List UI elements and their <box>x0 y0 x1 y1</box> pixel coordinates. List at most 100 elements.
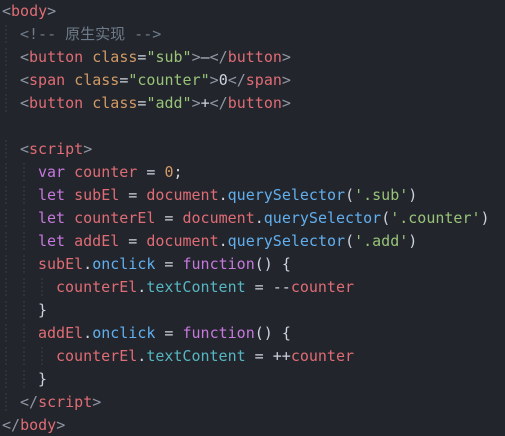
code-editor[interactable]: <body> <!-- 原生实现 --> <button class="sub">—… <box>0 0 505 436</box>
code-token-tag: span <box>245 71 282 89</box>
code-token-tag: body <box>20 416 57 434</box>
code-line: <button class="add">+</button> <box>20 92 291 115</box>
code-token-text: = <box>119 232 147 250</box>
code-token-string: "counter" <box>128 71 210 89</box>
code-token-property: textContent <box>146 278 246 296</box>
code-token-text: = ++ <box>245 347 291 365</box>
code-token-variable: addEl <box>38 324 84 342</box>
code-token-keyword: let <box>38 186 66 204</box>
code-token-variable: counterEl <box>56 347 138 365</box>
code-token-function: querySelector <box>263 209 382 227</box>
code-token-tag: body <box>11 2 48 20</box>
code-token-text: = <box>155 209 183 227</box>
code-token-variable: counter <box>74 163 138 181</box>
code-token-text: () { <box>254 324 291 342</box>
code-token-bracket: </ <box>20 393 39 411</box>
code-token-text: ( <box>345 186 355 204</box>
code-line: addEl.onclick = function() { <box>38 322 291 345</box>
code-token-text: . <box>254 209 264 227</box>
code-token-text: . <box>83 324 93 342</box>
code-line: <span class="counter">0</span> <box>20 69 291 92</box>
code-token-text: ) <box>408 186 418 204</box>
code-token-text: ; <box>173 163 183 181</box>
code-token-tag: button <box>227 48 282 66</box>
code-token-bracket: > <box>191 48 201 66</box>
code-token-bracket: </ <box>209 94 228 112</box>
code-token-string: "add" <box>146 94 192 112</box>
code-token-bracket: > <box>281 94 291 112</box>
code-token-text: = -- <box>245 278 291 296</box>
code-token-variable: subEl <box>74 186 120 204</box>
code-line: var counter = 0; <box>38 161 183 184</box>
code-token-bracket: > <box>47 2 57 20</box>
code-token-text: = <box>119 186 147 204</box>
code-token-bracket: < <box>20 140 30 158</box>
code-token-bracket: < <box>20 71 30 89</box>
code-token-bracket: > <box>191 94 201 112</box>
code-token-function: querySelector <box>227 186 346 204</box>
code-line: <!-- 原生实现 --> <box>20 23 161 46</box>
code-token-variable: counter <box>290 278 355 296</box>
code-token-text: . <box>83 255 93 273</box>
code-token-string: '.counter' <box>390 209 481 227</box>
code-token-text: = <box>137 163 165 181</box>
code-token-tag: span <box>29 71 66 89</box>
code-token-function: onclick <box>92 324 156 342</box>
code-token-variable: document <box>146 186 219 204</box>
code-token-bracket: < <box>20 48 30 66</box>
code-token-text: } <box>38 301 48 319</box>
code-line: } <box>38 368 47 391</box>
code-token-tag: button <box>29 48 84 66</box>
code-line: </script> <box>20 391 101 414</box>
code-token-attr: class <box>92 94 138 112</box>
code-line: <body> <box>2 0 56 23</box>
code-line: subEl.onclick = function() { <box>38 253 291 276</box>
code-line: let addEl = document.querySelector('.add… <box>38 230 417 253</box>
code-line: </body> <box>2 414 65 436</box>
code-line: <script> <box>20 138 92 161</box>
code-token-attr: class <box>74 71 120 89</box>
code-line: } <box>38 299 47 322</box>
code-token-variable: counter <box>290 347 355 365</box>
code-token-text: + <box>200 94 210 112</box>
code-token-bracket: < <box>20 94 30 112</box>
code-token-text: . <box>137 278 147 296</box>
code-token-text: ( <box>381 209 391 227</box>
code-token-text: = <box>155 255 183 273</box>
code-token-keyword: function <box>182 324 255 342</box>
code-token-bracket: > <box>281 48 291 66</box>
code-token-function: onclick <box>92 255 156 273</box>
code-token-keyword: let <box>38 209 66 227</box>
code-token-variable: addEl <box>74 232 120 250</box>
code-token-keyword: function <box>182 255 255 273</box>
code-token-function: querySelector <box>227 232 346 250</box>
code-token-text: . <box>137 347 147 365</box>
code-token-tag: script <box>38 393 93 411</box>
code-line: counterEl.textContent = --counter <box>56 276 354 299</box>
code-token-bracket: > <box>92 393 102 411</box>
code-token-bracket: </ <box>209 48 228 66</box>
code-token-tag: script <box>29 140 84 158</box>
code-token-text: = <box>155 324 183 342</box>
code-token-keyword: let <box>38 232 66 250</box>
code-token-string: '.add' <box>354 232 409 250</box>
code-token-tag: button <box>29 94 84 112</box>
code-token-tag: button <box>227 94 282 112</box>
code-token-attr: class <box>92 48 138 66</box>
code-token-text: ) <box>408 232 418 250</box>
code-token-text: — <box>200 48 210 66</box>
code-token-bracket: </ <box>2 416 21 434</box>
code-token-bracket: > <box>209 71 219 89</box>
code-token-bracket: > <box>56 416 66 434</box>
code-token-text: 0 <box>218 71 228 89</box>
code-token-variable: counterEl <box>56 278 138 296</box>
code-token-text: } <box>38 370 48 388</box>
code-token-text: ) <box>480 209 490 227</box>
code-token-variable: subEl <box>38 255 84 273</box>
